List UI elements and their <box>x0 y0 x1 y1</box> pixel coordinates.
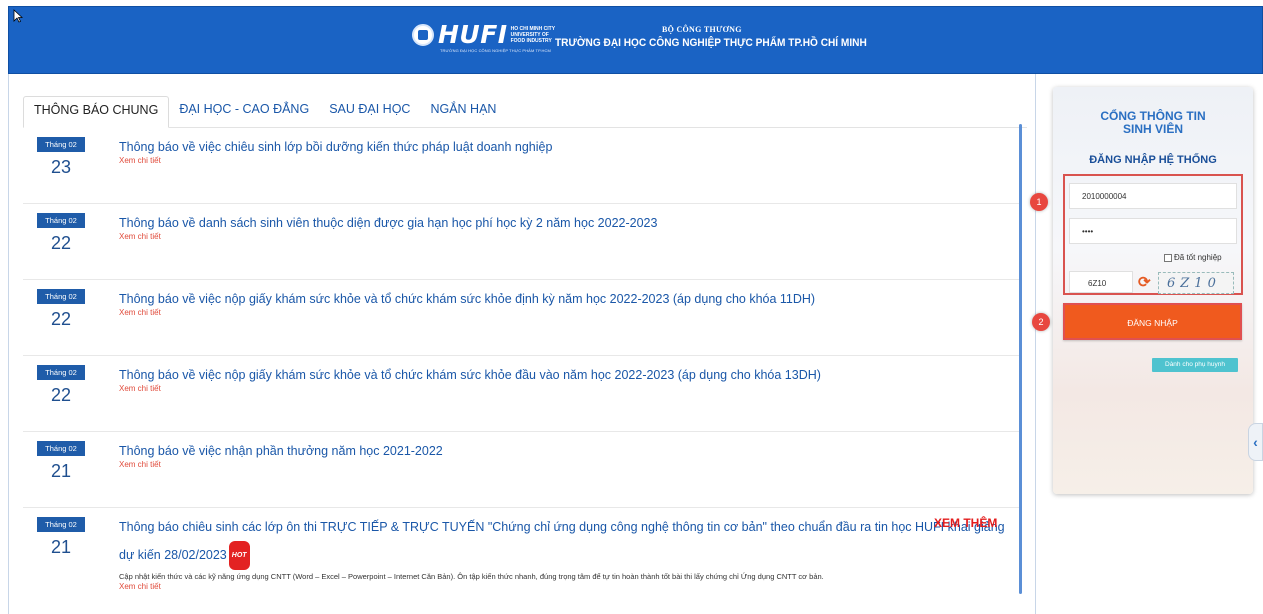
main-panel: THÔNG BÁO CHUNG ĐẠI HỌC - CAO ĐẲNG SAU Đ… <box>8 74 1036 614</box>
logo-subtitle: TRƯỜNG ĐẠI HỌC CÔNG NGHIỆP THỰC PHẨM TP.… <box>440 48 551 53</box>
date-day: 22 <box>50 309 72 329</box>
collapse-chevron-left-icon[interactable]: ‹ <box>1248 423 1263 461</box>
date-day: 23 <box>50 157 72 177</box>
hot-badge-icon: HOT <box>228 541 250 570</box>
date-month: Tháng 02 <box>37 365 85 380</box>
news-item: Tháng 02 21 Thông báo chiêu sinh các lớp… <box>23 508 1019 614</box>
mouse-cursor-icon <box>13 9 23 23</box>
captcha-image: 6Z10 <box>1158 272 1234 294</box>
date-month: Tháng 02 <box>37 213 85 228</box>
news-list: Tháng 02 23 Thông báo về việc chiêu sinh… <box>23 128 1019 614</box>
date-month: Tháng 02 <box>37 137 85 152</box>
annotation-badge-2: 2 <box>1032 313 1050 331</box>
news-description: Cập nhật kiến thức và các kỹ năng ứng dụ… <box>119 572 824 581</box>
checkbox-icon[interactable] <box>1164 253 1172 262</box>
hufi-logo[interactable]: HUFI HO CHI MINH CITY UNIVERSITY OF FOOD… <box>412 20 555 49</box>
tab-general[interactable]: THÔNG BÁO CHUNG <box>23 96 170 128</box>
login-subtitle: ĐĂNG NHẬP HỆ THỐNG <box>1089 154 1217 166</box>
tab-postgraduate[interactable]: SAU ĐẠI HỌC <box>319 96 420 128</box>
news-title-link[interactable]: Thông báo về việc chiêu sinh lớp bồi dưỡ… <box>119 138 1009 156</box>
graduated-checkbox[interactable]: Đã tốt nghiệp <box>1164 253 1222 262</box>
tab-short-term[interactable]: NGẮN HẠN <box>420 96 506 128</box>
news-title-link[interactable]: Thông báo về việc nhận phần thưởng năm h… <box>119 442 1009 460</box>
captcha-input[interactable]: 6Z10 <box>1069 271 1133 293</box>
logo-text: HUFI <box>438 20 508 49</box>
news-title-link[interactable]: Thông báo về việc nộp giấy khám sức khỏe… <box>119 290 1009 308</box>
news-tabs: THÔNG BÁO CHUNG ĐẠI HỌC - CAO ĐẲNG SAU Đ… <box>23 96 1027 128</box>
date-day: 22 <box>50 385 72 405</box>
logo-small-text: HO CHI MINH CITY UNIVERSITY OF FOOD INDU… <box>510 25 556 44</box>
ministry-label: BỘ CÔNG THƯƠNG <box>662 25 742 34</box>
date-badge: Tháng 02 22 <box>37 213 85 254</box>
date-month: Tháng 02 <box>37 517 85 532</box>
news-detail-link[interactable]: Xem chi tiết <box>119 156 161 165</box>
news-scrollbar[interactable] <box>1019 124 1022 594</box>
date-day: 21 <box>50 537 72 557</box>
news-item: Tháng 02 22 Thông báo về việc nộp giấy k… <box>23 280 1019 356</box>
see-more-link[interactable]: XEM THÊM <box>934 516 997 530</box>
date-badge: Tháng 02 22 <box>37 365 85 406</box>
news-title-link[interactable]: Thông báo chiêu sinh các lớp ôn thi TRỰC… <box>119 514 1009 570</box>
tab-university-college[interactable]: ĐẠI HỌC - CAO ĐẲNG <box>169 96 319 128</box>
date-month: Tháng 02 <box>37 441 85 456</box>
date-badge: Tháng 02 21 <box>37 517 85 558</box>
date-badge: Tháng 02 22 <box>37 289 85 330</box>
logo-emblem-icon <box>412 23 434 46</box>
date-day: 22 <box>50 233 72 253</box>
news-title-link[interactable]: Thông báo về việc nộp giấy khám sức khỏe… <box>119 366 1009 384</box>
date-badge: Tháng 02 23 <box>37 137 85 178</box>
refresh-captcha-icon[interactable]: ⟳ <box>1138 273 1151 291</box>
news-detail-link[interactable]: Xem chi tiết <box>119 582 161 591</box>
news-item: Tháng 02 22 Thông báo về việc nộp giấy k… <box>23 356 1019 432</box>
parent-access-button[interactable]: Dành cho phụ huynh <box>1152 358 1238 372</box>
news-detail-link[interactable]: Xem chi tiết <box>119 232 161 241</box>
annotation-badge-1: 1 <box>1030 193 1048 211</box>
date-month: Tháng 02 <box>37 289 85 304</box>
portal-title: CỔNG THÔNG TIN SINH VIÊN <box>1100 109 1206 136</box>
news-item: Tháng 02 21 Thông báo về việc nhận phần … <box>23 432 1019 508</box>
news-item: Tháng 02 22 Thông báo về danh sách sinh … <box>23 204 1019 280</box>
date-day: 21 <box>50 461 72 481</box>
university-name: TRƯỜNG ĐẠI HỌC CÔNG NGHIỆP THỰC PHẨM TP.… <box>555 37 867 49</box>
news-detail-link[interactable]: Xem chi tiết <box>119 384 161 393</box>
date-badge: Tháng 02 21 <box>37 441 85 482</box>
news-detail-link[interactable]: Xem chi tiết <box>119 460 161 469</box>
graduated-label: Đã tốt nghiệp <box>1174 253 1222 262</box>
news-detail-link[interactable]: Xem chi tiết <box>119 308 161 317</box>
news-title-link[interactable]: Thông báo về danh sách sinh viên thuộc d… <box>119 214 1009 232</box>
login-button[interactable]: ĐĂNG NHẬP <box>1063 303 1242 340</box>
news-item: Tháng 02 23 Thông báo về việc chiêu sinh… <box>23 128 1019 204</box>
